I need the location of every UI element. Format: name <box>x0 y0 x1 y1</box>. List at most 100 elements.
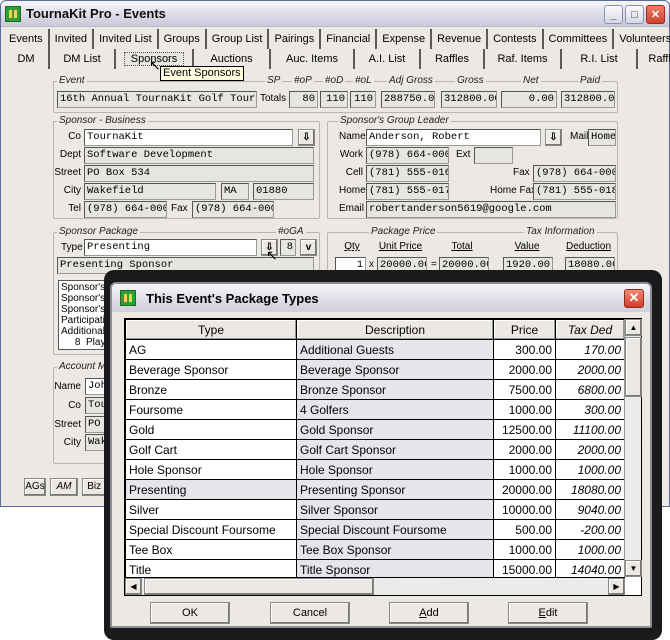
cell-price[interactable]: 2000.00 <box>493 439 556 460</box>
cell-type[interactable]: Special Discount Foursome <box>125 519 297 540</box>
column-header-price[interactable]: Price <box>493 319 556 340</box>
table-row[interactable]: Hole Sponsor Hole Sponsor 1000.00 1000.00 <box>125 459 625 480</box>
cell-price[interactable]: 1000.00 <box>493 399 556 420</box>
cell-type[interactable]: Bronze <box>125 379 297 400</box>
cell-description[interactable]: Special Discount Foursome <box>296 519 494 540</box>
tab-invited[interactable]: Invited <box>50 29 95 49</box>
mail-field[interactable]: Home <box>588 129 616 146</box>
table-row[interactable]: Foursome 4 Golfers 1000.00 300.00 <box>125 399 625 420</box>
add-button[interactable]: Add <box>389 602 469 624</box>
ext-field[interactable] <box>474 147 513 164</box>
cell-description[interactable]: Presenting Sponsor <box>296 479 494 500</box>
scroll-left-icon[interactable]: ◀ <box>125 578 142 595</box>
column-header-type[interactable]: Type <box>125 319 297 340</box>
minimize-button[interactable]: _ <box>604 5 623 24</box>
tab-invited-list[interactable]: Invited List <box>94 29 159 49</box>
gl-name-dropdown-icon[interactable]: ⇩ <box>545 129 562 146</box>
tel-field[interactable]: (978) 664-0000 <box>84 201 167 218</box>
cell-type[interactable]: AG <box>125 339 297 360</box>
tab-raffle-sellers[interactable]: Raffle Sellers <box>638 49 670 69</box>
tab-auc-items[interactable]: Auc. Items <box>271 49 355 69</box>
city-field[interactable]: Wakefield <box>84 183 216 200</box>
cell-tax-ded[interactable]: 300.00 <box>555 399 625 420</box>
company-dropdown-icon[interactable]: ⇩ <box>298 129 315 146</box>
tab-pairings[interactable]: Pairings <box>269 29 322 49</box>
edit-button[interactable]: Edit <box>508 602 588 624</box>
cell-type[interactable]: Foursome <box>125 399 297 420</box>
cell-price[interactable]: 300.00 <box>493 339 556 360</box>
cell-description[interactable]: Gold Sponsor <box>296 419 494 440</box>
scroll-right-icon[interactable]: ▶ <box>608 578 625 595</box>
tab-dm[interactable]: DM <box>4 49 50 69</box>
work-field[interactable]: (978) 664-0000 <box>366 147 449 164</box>
cell-type[interactable]: Gold <box>125 419 297 440</box>
oga-field[interactable]: 8 <box>280 239 296 256</box>
cell-type[interactable]: Golf Cart <box>125 439 297 460</box>
cell-price[interactable]: 1000.00 <box>493 539 556 560</box>
table-row[interactable]: Tee Box Tee Box Sponsor 1000.00 1000.00 <box>125 539 625 560</box>
tab-raf-items[interactable]: Raf. Items <box>485 49 562 69</box>
zip-field[interactable]: 01880 <box>253 183 314 200</box>
cell-price[interactable]: 2000.00 <box>493 359 556 380</box>
cell-tax-ded[interactable]: 170.00 <box>555 339 625 360</box>
gl-fax-field[interactable]: (978) 664-0000 <box>533 165 616 182</box>
cell-tax-ded[interactable]: 2000.00 <box>555 359 625 380</box>
table-row[interactable]: Silver Silver Sponsor 10000.00 9040.00 <box>125 499 625 520</box>
cell-description[interactable]: Silver Sponsor <box>296 499 494 520</box>
dialog-close-button[interactable]: ✕ <box>624 289 644 308</box>
table-row[interactable]: Beverage Sponsor Beverage Sponsor 2000.00 2… <box>125 359 625 380</box>
home-fax-field[interactable]: (781) 555-0180 <box>533 183 616 200</box>
cell-tax-ded[interactable]: 1000.00 <box>555 539 625 560</box>
vertical-scrollbar[interactable]: ▲ ▼ <box>624 319 642 577</box>
cell-description[interactable]: Beverage Sponsor <box>296 359 494 380</box>
oga-button-icon[interactable]: v <box>300 239 317 256</box>
ags-button[interactable]: AGs <box>24 478 46 496</box>
table-row[interactable]: AG Additional Guests 300.00 170.00 <box>125 339 625 360</box>
column-header-description[interactable]: Description <box>296 319 494 340</box>
cell-tax-ded[interactable]: 1000.00 <box>555 459 625 480</box>
maximize-button[interactable]: □ <box>625 5 644 24</box>
email-field[interactable]: robertanderson5619@google.com <box>366 201 616 218</box>
cell-type[interactable]: Presenting <box>125 479 297 500</box>
cell-tax-ded[interactable]: 9040.00 <box>555 499 625 520</box>
gl-name-field[interactable]: Anderson, Robert <box>366 129 541 146</box>
tab-groups[interactable]: Groups <box>159 29 207 49</box>
cell-tax-ded[interactable]: 2000.00 <box>555 439 625 460</box>
cell-description[interactable]: Tee Box Sponsor <box>296 539 494 560</box>
street-field[interactable]: PO Box 534 <box>84 165 314 182</box>
cell-tax-ded[interactable]: 11100.00 <box>555 419 625 440</box>
fax-field[interactable]: (978) 664-0000 <box>192 201 274 218</box>
cell-description[interactable]: 4 Golfers <box>296 399 494 420</box>
tab-financial[interactable]: Financial <box>321 29 378 49</box>
tab-expense[interactable]: Expense <box>377 29 433 49</box>
horizontal-scrollbar[interactable]: ◀ ▶ <box>125 577 625 595</box>
tab-volunteers[interactable]: Volunteers <box>614 29 670 49</box>
cell-price[interactable]: 20000.00 <box>493 479 556 500</box>
cell-field[interactable]: (781) 555-0168 <box>366 165 449 182</box>
cell-type[interactable]: Beverage Sponsor <box>125 359 297 380</box>
cell-price[interactable]: 12500.00 <box>493 419 556 440</box>
tab-r-i-list[interactable]: R.I. List <box>562 49 638 69</box>
tab-contests[interactable]: Contests <box>488 29 544 49</box>
cell-tax-ded[interactable]: -200.00 <box>555 519 625 540</box>
tab-group-list[interactable]: Group List <box>207 29 270 49</box>
am-button[interactable]: AM <box>50 478 78 496</box>
tab-a-i-list[interactable]: A.I. List <box>355 49 421 69</box>
cell-type[interactable]: Tee Box <box>125 539 297 560</box>
cell-type[interactable]: Hole Sponsor <box>125 459 297 480</box>
horizontal-scroll-thumb[interactable] <box>144 578 374 595</box>
tab-dm-list[interactable]: DM List <box>50 49 116 69</box>
vertical-scroll-thumb[interactable] <box>625 337 642 397</box>
ok-button[interactable]: OK <box>150 602 230 624</box>
tab-revenue[interactable]: Revenue <box>432 29 489 49</box>
column-header-tax-ded[interactable]: Tax Ded <box>555 319 625 340</box>
home-field[interactable]: (781) 555-0179 <box>366 183 449 200</box>
table-row[interactable]: Special Discount Foursome Special Discoun… <box>125 519 625 540</box>
cell-price[interactable]: 500.00 <box>493 519 556 540</box>
cell-tax-ded[interactable]: 18080.00 <box>555 479 625 500</box>
cancel-button[interactable]: Cancel <box>270 602 350 624</box>
table-row[interactable]: Golf Cart Golf Cart Sponsor 2000.00 2000.00 <box>125 439 625 460</box>
event-name-field[interactable]: 16th Annual TournaKit Golf Tourname <box>57 91 257 108</box>
scroll-up-icon[interactable]: ▲ <box>625 319 642 336</box>
cell-tax-ded[interactable]: 6800.00 <box>555 379 625 400</box>
